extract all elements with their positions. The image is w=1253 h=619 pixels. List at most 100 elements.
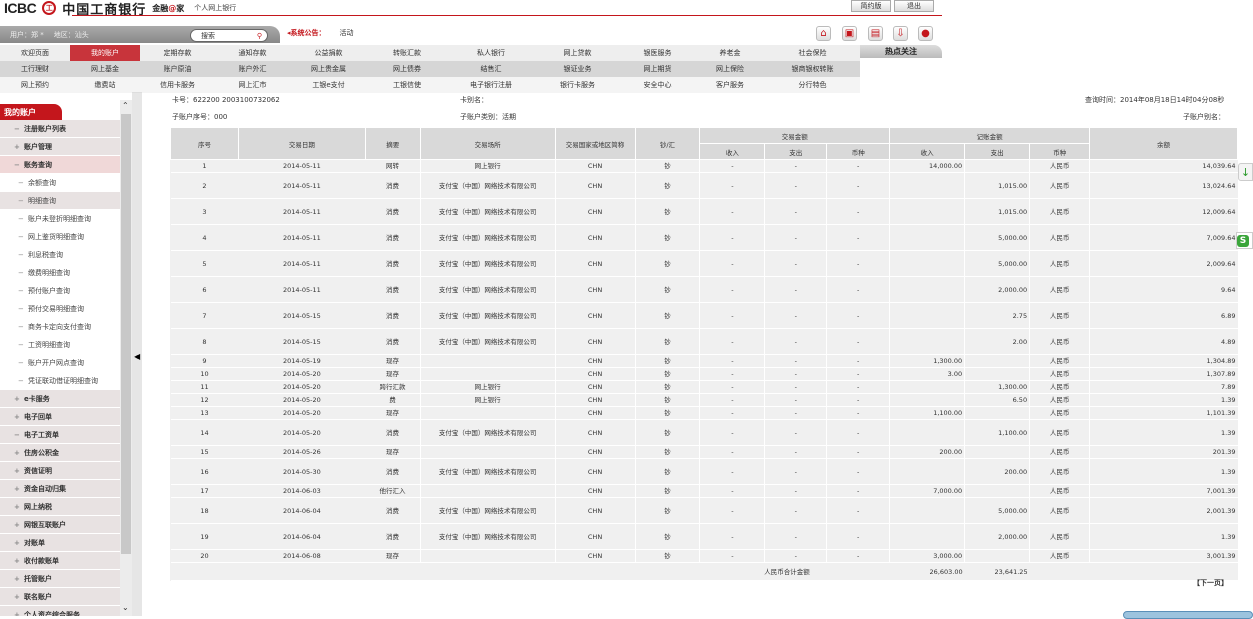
hot-topics-tab[interactable]: 热点关注 [860, 45, 942, 58]
nav-item[interactable]: 工银e支付 [290, 77, 367, 93]
nav-item[interactable]: 银证业务 [535, 61, 620, 77]
sidebar-item[interactable]: − 工资明细查询 [0, 336, 120, 354]
sidebar-item[interactable]: + 网上纳税 [0, 498, 120, 516]
sidebar-item[interactable]: + 托管账户 [0, 570, 120, 588]
collapse-icon[interactable]: − [18, 377, 25, 385]
expand-icon[interactable]: + [14, 413, 21, 421]
sidebar-item[interactable]: − 账户未登折明细查询 [0, 210, 120, 228]
sidebar-item[interactable]: − 预付交易明细查询 [0, 300, 120, 318]
expand-icon[interactable]: + [14, 521, 21, 529]
nav-item[interactable]: 网上保险 [695, 61, 765, 77]
nav-item[interactable]: 公益捐款 [290, 45, 367, 61]
sidebar-item[interactable]: − 预付账户查询 [0, 282, 120, 300]
collapse-icon[interactable]: − [18, 233, 25, 241]
next-page-link[interactable]: 【下一页】 [1193, 578, 1228, 588]
nav-item[interactable]: 网上贵金属 [290, 61, 367, 77]
nav-item[interactable]: 银商银权转账 [765, 61, 860, 77]
scroll-down-icon[interactable]: ⌄ [122, 603, 129, 612]
expand-icon[interactable]: + [14, 611, 21, 617]
sidebar-item[interactable]: + 资信证明 [0, 462, 120, 480]
nav-item[interactable]: 账户外汇 [215, 61, 290, 77]
download-icon[interactable]: ⇩ [893, 26, 908, 41]
expand-icon[interactable]: + [14, 503, 21, 511]
nav-item[interactable]: 网上期货 [620, 61, 695, 77]
nav-item[interactable]: 银行卡服务 [535, 77, 620, 93]
sidebar-item[interactable]: + 收付款账单 [0, 552, 120, 570]
collapse-icon[interactable]: − [18, 215, 25, 223]
collapse-icon[interactable]: − [18, 179, 25, 187]
nav-item[interactable]: 网上基金 [70, 61, 140, 77]
nav-item[interactable]: 网上债券 [367, 61, 447, 77]
input-method-icon[interactable]: S [1236, 232, 1253, 249]
cart-icon[interactable]: ▣ [842, 26, 857, 41]
nav-item[interactable]: 网上贷款 [535, 45, 620, 61]
nav-item[interactable]: 私人银行 [447, 45, 535, 61]
expand-icon[interactable]: + [14, 593, 21, 601]
collapse-icon[interactable]: − [14, 431, 21, 439]
sidebar-item[interactable]: − 账户开户网点查询 [0, 354, 120, 372]
logout-button[interactable]: 退出 [894, 0, 934, 12]
sidebar-item[interactable]: + e卡服务 [0, 390, 120, 408]
nav-item[interactable]: 缴费站 [70, 77, 140, 93]
collapse-icon[interactable]: − [18, 323, 25, 331]
sidebar-item[interactable]: − 账务查询 [0, 156, 120, 174]
collapse-icon[interactable]: − [18, 341, 25, 349]
collapse-icon[interactable]: − [18, 359, 25, 367]
nav-item[interactable]: 客户服务 [695, 77, 765, 93]
expand-icon[interactable]: + [14, 539, 21, 547]
scroll-up-icon[interactable]: ⌃ [122, 101, 129, 110]
nav-item[interactable]: 结售汇 [447, 61, 535, 77]
nav-item[interactable]: 我的账户 [70, 45, 140, 61]
sidebar-item[interactable]: + 联名账户 [0, 588, 120, 606]
sidebar-item[interactable]: − 注册账户列表 [0, 120, 120, 138]
expand-icon[interactable]: + [14, 557, 21, 565]
simple-version-button[interactable]: 简约版 [851, 0, 891, 12]
collapse-icon[interactable]: − [18, 197, 25, 205]
nav-item[interactable]: 通知存款 [215, 45, 290, 61]
expand-icon[interactable]: + [14, 143, 21, 151]
sidebar-item[interactable]: + 个人资产综合服务 [0, 606, 120, 616]
nav-item[interactable]: 养老金 [695, 45, 765, 61]
search-icon[interactable]: ⚲ [257, 32, 262, 40]
nav-item[interactable]: 分行特色 [765, 77, 860, 93]
service-icon[interactable]: ● [918, 26, 933, 41]
contacts-icon[interactable]: ▤ [868, 26, 883, 41]
sidebar-item[interactable]: − 缴费明细查询 [0, 264, 120, 282]
sidebar-item[interactable]: − 商务卡定向支付查询 [0, 318, 120, 336]
nav-item[interactable]: 工行理财 [0, 61, 70, 77]
collapse-icon[interactable]: − [18, 269, 25, 277]
floating-panel[interactable] [1123, 611, 1253, 619]
sidebar-scroll-thumb[interactable] [121, 114, 131, 554]
nav-item[interactable]: 电子银行注册 [447, 77, 535, 93]
nav-item[interactable]: 工银信使 [367, 77, 447, 93]
sidebar-item[interactable]: + 网银互联账户 [0, 516, 120, 534]
collapse-icon[interactable]: − [18, 305, 25, 313]
sidebar-item[interactable]: − 余额查询 [0, 174, 120, 192]
collapse-icon[interactable]: − [18, 251, 25, 259]
download-arrow-icon[interactable]: ↓ [1238, 163, 1253, 181]
expand-icon[interactable]: + [14, 485, 21, 493]
sidebar-item[interactable]: − 明细查询 [0, 192, 120, 210]
home-icon[interactable]: ⌂ [816, 26, 831, 41]
collapse-icon[interactable]: − [14, 161, 21, 169]
expand-icon[interactable]: + [14, 575, 21, 583]
search-input[interactable]: 搜索 ⚲ [190, 29, 268, 42]
sidebar-item[interactable]: + 账户管理 [0, 138, 120, 156]
sidebar-item[interactable]: + 对账单 [0, 534, 120, 552]
collapse-sidebar-icon[interactable]: ◀ [134, 352, 140, 361]
sidebar-item[interactable]: − 凭证联动借证明细查询 [0, 372, 120, 390]
sidebar-item[interactable]: − 电子工资单 [0, 426, 120, 444]
expand-icon[interactable]: + [14, 467, 21, 475]
nav-item[interactable]: 网上汇市 [215, 77, 290, 93]
sidebar-item[interactable]: − 利息税查询 [0, 246, 120, 264]
sidebar-item[interactable]: + 电子回单 [0, 408, 120, 426]
expand-icon[interactable]: + [14, 395, 21, 403]
expand-icon[interactable]: + [14, 449, 21, 457]
nav-item[interactable]: 账户原油 [140, 61, 215, 77]
nav-item[interactable]: 欢迎页面 [0, 45, 70, 61]
sidebar-item[interactable]: + 资金自动归集 [0, 480, 120, 498]
nav-item[interactable]: 安全中心 [620, 77, 695, 93]
sidebar-item[interactable]: − 网上鉴货明细查询 [0, 228, 120, 246]
collapse-icon[interactable]: − [18, 287, 25, 295]
nav-item[interactable]: 定期存款 [140, 45, 215, 61]
